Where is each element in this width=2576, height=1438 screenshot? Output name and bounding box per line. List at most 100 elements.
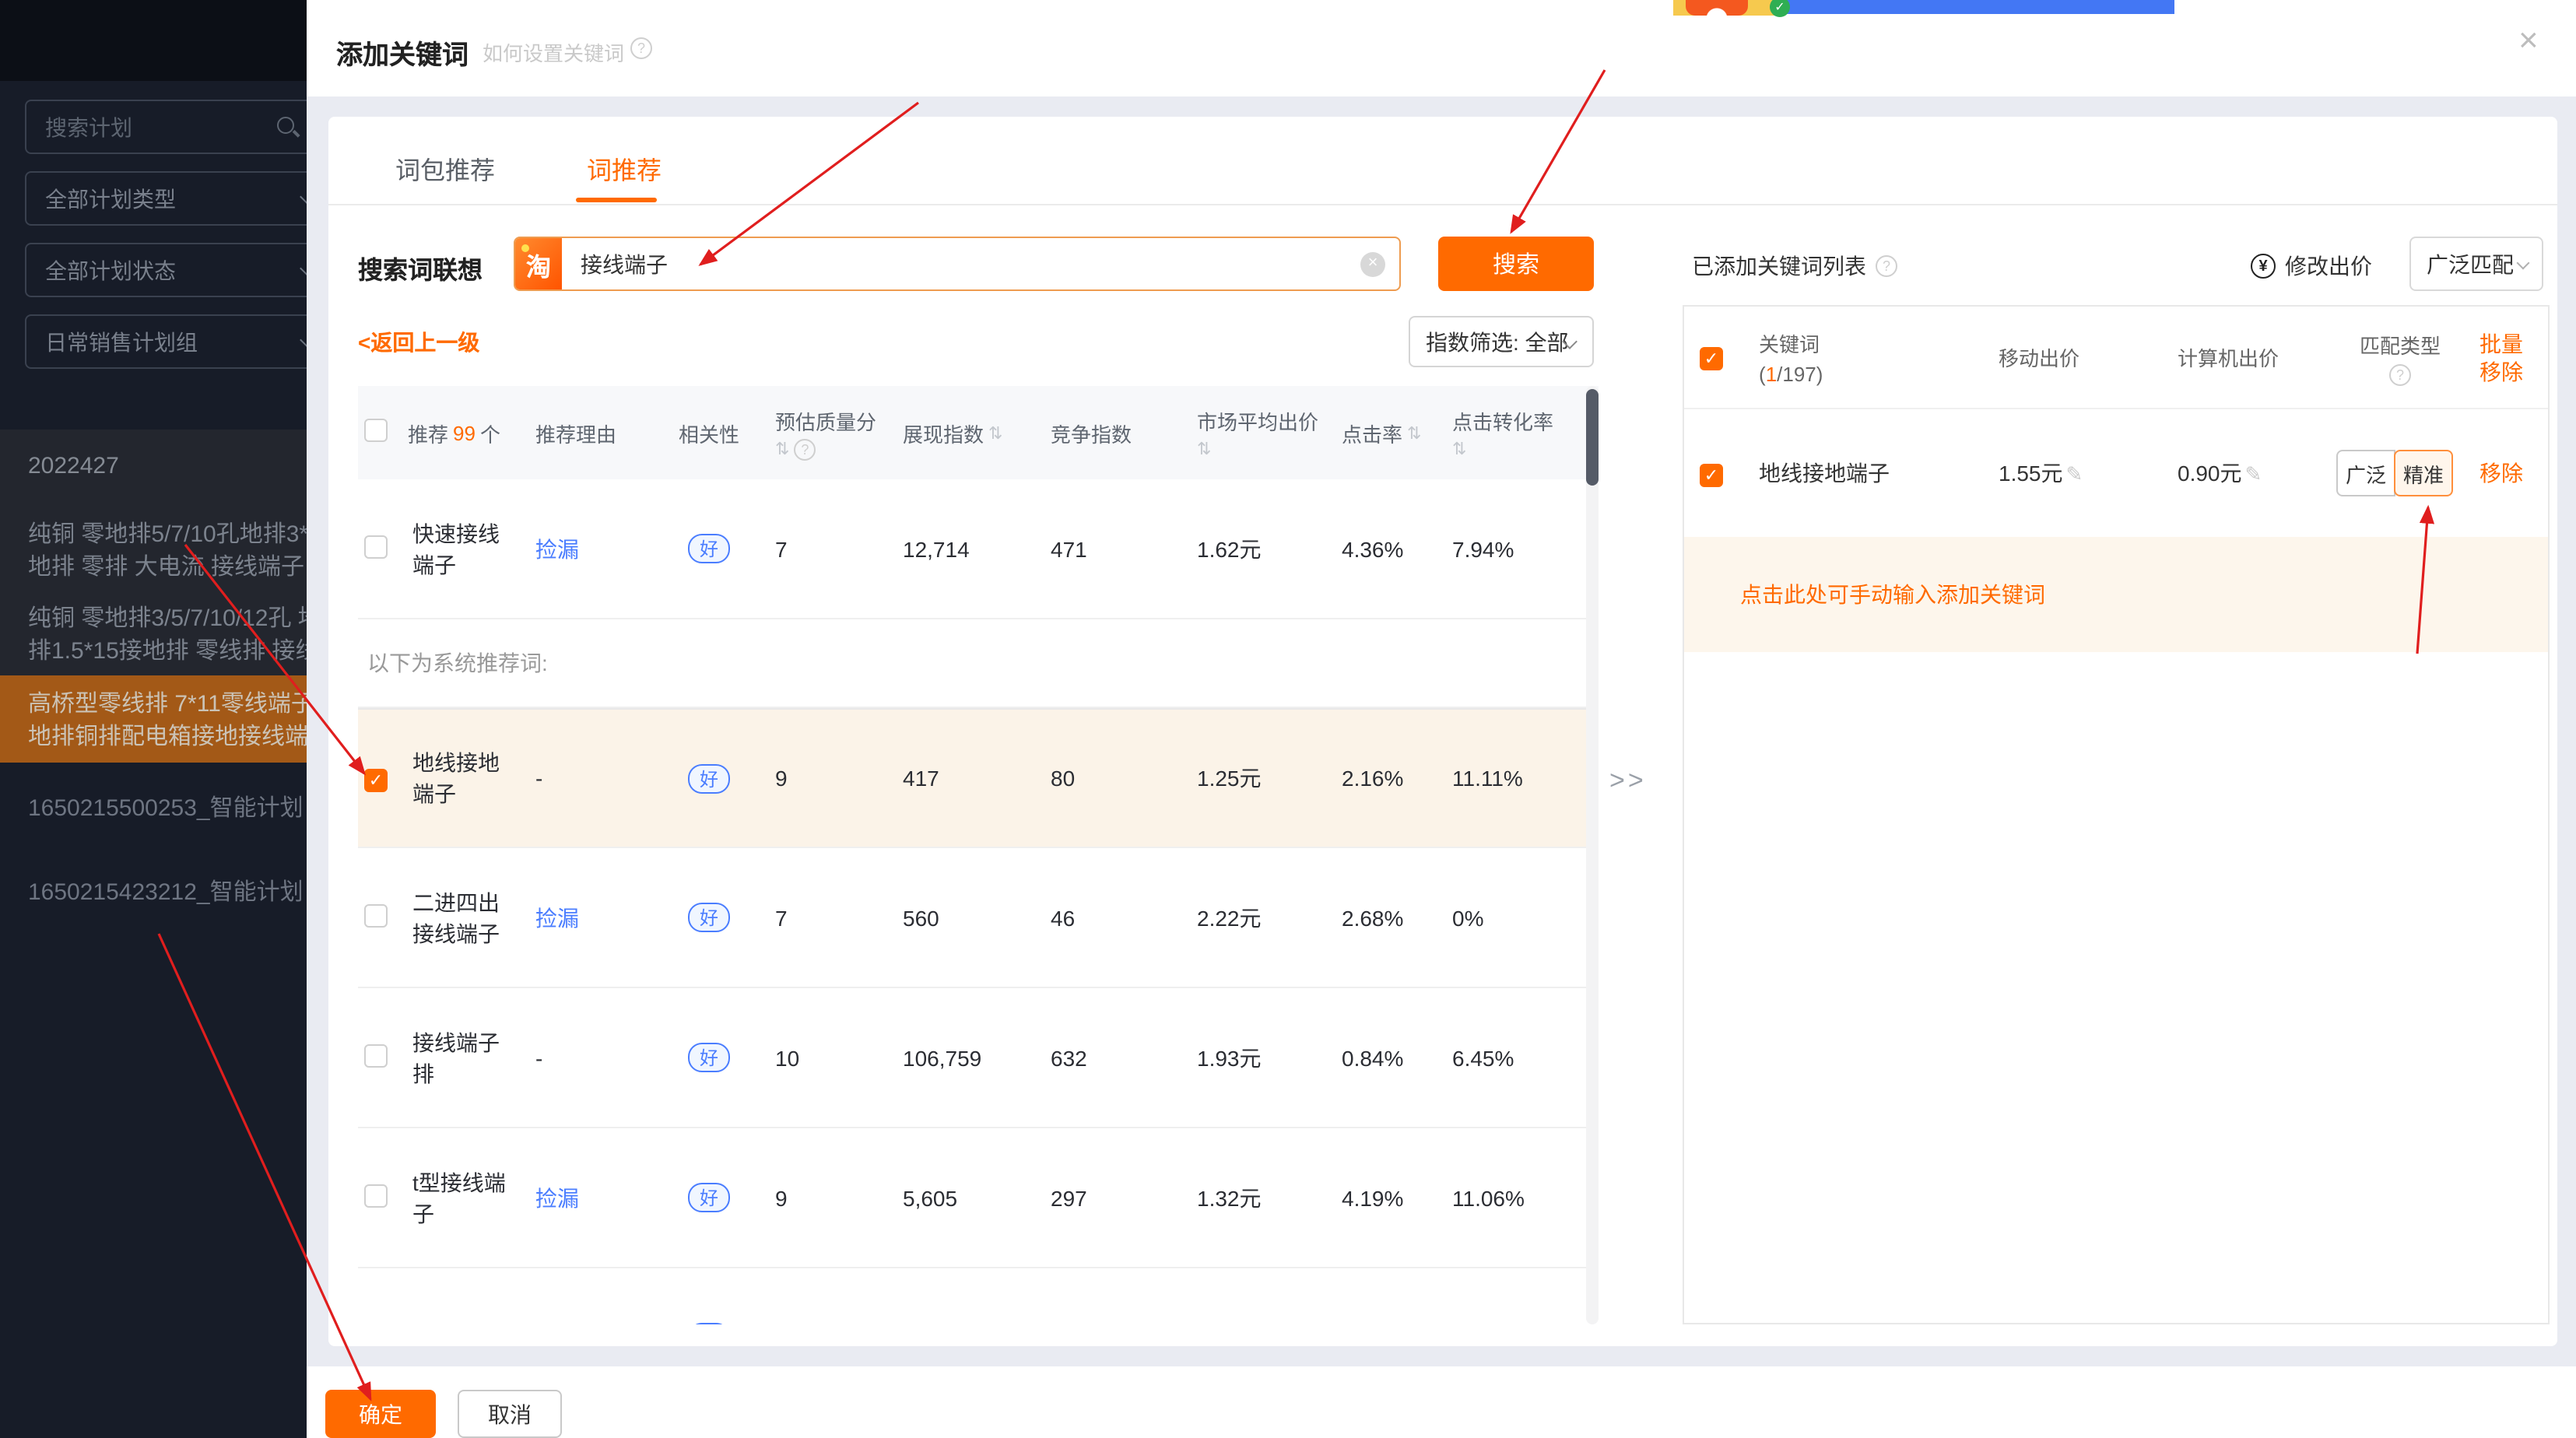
added-keywords-box: 关键词 (1/197) 移动出价 计算机出价 匹配类型 ? 批量 移除 地线接地… bbox=[1683, 305, 2550, 1324]
reason-link[interactable]: 捡漏 bbox=[535, 533, 679, 564]
quality-value: 7 bbox=[775, 905, 903, 930]
help-icon[interactable]: ? bbox=[2389, 363, 2411, 385]
grade-badge: 好 bbox=[688, 1043, 730, 1072]
match-type-dropdown[interactable]: 广泛匹配 bbox=[2409, 237, 2543, 291]
plan-type-dropdown[interactable]: 全部计划类型 bbox=[25, 171, 307, 226]
plan-label: 2022427 bbox=[28, 453, 119, 479]
table-row[interactable]: 接线端子排 - 好 10 106,759 632 1.93元 0.84% 6.4… bbox=[358, 988, 1599, 1128]
reason-link[interactable]: 捡漏 bbox=[535, 902, 679, 933]
select-all-checkbox-checked[interactable] bbox=[1700, 346, 1723, 370]
col-reason: 推荐理由 bbox=[535, 418, 679, 447]
table-scrollbar-thumb[interactable] bbox=[1586, 389, 1599, 486]
plan-search-box[interactable] bbox=[25, 100, 307, 154]
sort-icon[interactable]: ⇅ bbox=[775, 439, 789, 459]
price-value: 1.32元 bbox=[1197, 1182, 1342, 1213]
keyword-search-group[interactable]: 淘 × bbox=[514, 237, 1401, 291]
plan-label-line1: 纯铜 零地排3/5/7/10/12孔 地线 bbox=[28, 605, 307, 632]
price-value: 1.24元 bbox=[1197, 1322, 1342, 1324]
keyword-search-input[interactable] bbox=[562, 251, 1360, 276]
modify-bid-action[interactable]: ¥ 修改出价 bbox=[2251, 251, 2372, 282]
pc-bid-value: 0.90元✎ bbox=[2159, 458, 2330, 489]
manual-add-hint[interactable]: 点击此处可手动输入添加关键词 bbox=[1684, 537, 2548, 652]
table-scrollbar-track[interactable] bbox=[1586, 386, 1599, 1324]
quality-value: 7 bbox=[775, 536, 903, 561]
ctr-value: 2.68% bbox=[1342, 905, 1452, 930]
table-row[interactable]: 叉型接线 好 9 3,254 132 1.24元 4.44% 9% bbox=[358, 1268, 1599, 1324]
taobao-icon: 淘 bbox=[515, 238, 562, 289]
sidebar-item-plan-selected[interactable]: 高桥型零线排 7*11零线端子排 地排铜排配电箱接地接线端子 bbox=[0, 675, 307, 763]
added-keyword-row[interactable]: 地线接地端子 1.55元✎ 0.90元✎ 广泛 精准 移除 bbox=[1684, 409, 2548, 537]
sidebar-item-plan-2[interactable]: 纯铜 零地排3/5/7/10/12孔 地线 排1.5*15接地排 零线排 接线端 bbox=[0, 602, 307, 668]
cvr-value: 11.06% bbox=[1452, 1185, 1599, 1210]
edit-icon[interactable]: ✎ bbox=[2066, 462, 2083, 486]
ctr-value: 0.84% bbox=[1342, 1045, 1452, 1070]
compete-value: 80 bbox=[1051, 766, 1197, 791]
help-icon[interactable]: ? bbox=[1876, 255, 1897, 277]
impression-value: 106,759 bbox=[903, 1045, 1051, 1070]
plan-label-line1: 纯铜 零地排5/7/10孔地排3*30 bbox=[28, 521, 307, 548]
match-exact-button[interactable]: 精准 bbox=[2394, 450, 2453, 496]
compete-value: 297 bbox=[1051, 1185, 1197, 1210]
help-icon[interactable]: ? bbox=[794, 438, 816, 460]
table-row[interactable]: 二进四出接线端子 捡漏 好 7 560 46 2.22元 2.68% 0% bbox=[358, 848, 1599, 988]
col-cvr: 点击转化率 ⇅ bbox=[1452, 406, 1599, 459]
table-row[interactable]: t型接线端子 捡漏 好 9 5,605 297 1.32元 4.19% 11.0… bbox=[358, 1128, 1599, 1268]
reason-text: - bbox=[535, 1045, 679, 1070]
tab-wordpack-recommend[interactable]: 词包推荐 bbox=[395, 149, 495, 187]
compete-value: 471 bbox=[1051, 536, 1197, 561]
grade-badge: 好 bbox=[688, 1183, 730, 1212]
sort-icon[interactable]: ⇅ bbox=[1407, 423, 1421, 443]
chevron-down-icon bbox=[2517, 257, 2530, 270]
ctr-value: 4.36% bbox=[1342, 536, 1452, 561]
reason-text: - bbox=[535, 766, 679, 791]
active-tab-underline bbox=[576, 198, 657, 202]
cvr-value: 11.11% bbox=[1452, 766, 1599, 791]
sidebar-item-plan-2022427[interactable]: 2022427 bbox=[0, 450, 307, 482]
search-button[interactable]: 搜索 bbox=[1438, 237, 1594, 291]
batch-remove-action[interactable]: 批量 移除 bbox=[2470, 329, 2548, 385]
cancel-button[interactable]: 取消 bbox=[458, 1390, 562, 1438]
row-checkbox-checked[interactable] bbox=[364, 768, 388, 791]
plan-status-dropdown[interactable]: 全部计划状态 bbox=[25, 243, 307, 297]
row-checkbox[interactable] bbox=[364, 1043, 388, 1067]
transfer-right-icon[interactable]: >> bbox=[1609, 766, 1647, 797]
recommend-keywords-table: 推荐99个 推荐理由 相关性 预估质量分 ⇅? 展现指数⇅ 竞争指数 市场平均出… bbox=[358, 386, 1599, 1324]
clear-input-icon[interactable]: × bbox=[1360, 251, 1385, 276]
table-row[interactable]: 快速接线端子 捡漏 好 7 12,714 471 1.62元 4.36% 7.9… bbox=[358, 479, 1599, 619]
dialog-footer bbox=[307, 1366, 2576, 1438]
quality-value: 10 bbox=[775, 1045, 903, 1070]
confirm-button[interactable]: 确定 bbox=[325, 1390, 436, 1438]
plan-label-line2: 排1.5*15接地排 零线排 接线端 bbox=[28, 635, 307, 668]
table-row-selected[interactable]: 地线接地端子 - 好 9 417 80 1.25元 2.16% 11.11% bbox=[358, 708, 1599, 848]
plan-search-input[interactable] bbox=[26, 114, 260, 139]
col-pc-bid: 计算机出价 bbox=[2159, 342, 2330, 372]
reason-link[interactable]: 捡漏 bbox=[535, 1182, 679, 1213]
sidebar-item-plan-smart1[interactable]: 1650215500253_智能计划 bbox=[0, 792, 307, 825]
modify-bid-label: 修改出价 bbox=[2285, 251, 2372, 282]
tab-word-recommend[interactable]: 词推荐 bbox=[587, 149, 662, 187]
sort-icon[interactable]: ⇅ bbox=[988, 423, 1002, 443]
row-checkbox[interactable] bbox=[364, 535, 388, 558]
sidebar-item-plan-1[interactable]: 纯铜 零地排5/7/10孔地排3*30 地排 零排 大电流 接线端子 bbox=[0, 518, 307, 584]
back-to-parent-link[interactable]: <返回上一级 bbox=[358, 327, 479, 358]
help-icon[interactable]: ? bbox=[630, 37, 652, 59]
row-checkbox[interactable] bbox=[364, 903, 388, 927]
compete-value: 46 bbox=[1051, 905, 1197, 930]
match-broad-button[interactable]: 广泛 bbox=[2336, 450, 2395, 496]
sidebar-item-plan-smart2[interactable]: 1650215423212_智能计划 bbox=[0, 876, 307, 909]
remove-link[interactable]: 移除 bbox=[2479, 461, 2523, 486]
sort-icon[interactable]: ⇅ bbox=[1452, 439, 1599, 459]
row-checkbox-checked[interactable] bbox=[1700, 463, 1723, 486]
index-filter-dropdown[interactable]: 指数筛选: 全部 bbox=[1409, 316, 1594, 367]
ctr-value: 4.19% bbox=[1342, 1185, 1452, 1210]
sort-icon[interactable]: ⇅ bbox=[1197, 439, 1342, 459]
app-icon bbox=[1686, 0, 1748, 16]
plan-group-dropdown[interactable]: 日常销售计划组 bbox=[25, 314, 307, 369]
grade-badge: 好 bbox=[688, 903, 730, 932]
select-all-checkbox[interactable] bbox=[364, 419, 388, 442]
close-icon[interactable]: × bbox=[2518, 20, 2539, 61]
edit-icon[interactable]: ✎ bbox=[2245, 462, 2262, 486]
row-checkbox[interactable] bbox=[364, 1184, 388, 1207]
keyword-text: 地线接地端子 bbox=[412, 747, 512, 809]
grade-badge: 好 bbox=[688, 1323, 730, 1324]
